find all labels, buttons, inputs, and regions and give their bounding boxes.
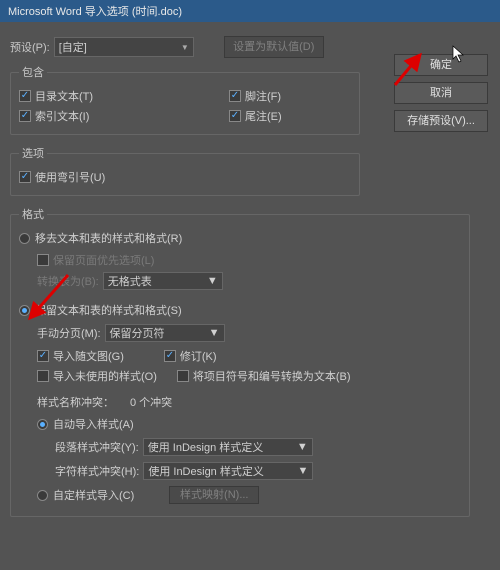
footnotes-checkbox[interactable]: 脚注(F) [229,88,282,104]
para-conflict-dropdown[interactable]: 使用 InDesign 样式定义▼ [143,438,313,456]
radio-icon [19,305,30,316]
formatting-group: 格式 移去文本和表的样式和格式(R) 保留页面优先选项(L) 转换表为(B): … [10,206,470,517]
char-conflict-dropdown[interactable]: 使用 InDesign 样式定义▼ [143,462,313,480]
typographers-quotes-checkbox[interactable]: 使用弯引号(U) [19,169,351,185]
preset-label: 预设(P): [10,39,50,55]
remove-styles-radio[interactable]: 移去文本和表的样式和格式(R) [19,230,461,246]
manual-breaks-label: 手动分页(M): [37,325,101,341]
chevron-down-icon: ▼ [209,327,220,339]
check-icon [37,254,49,266]
chevron-down-icon: ▼ [207,275,218,287]
chevron-down-icon: ▼ [297,441,308,453]
options-legend: 选项 [19,145,47,161]
preserve-styles-radio[interactable]: 保留文本和表的样式和格式(S) [19,302,461,318]
window-title: Microsoft Word 导入选项 (时间.doc) [8,6,182,18]
manual-breaks-dropdown[interactable]: 保留分页符▼ [105,324,225,342]
options-group: 选项 使用弯引号(U) [10,145,360,196]
para-conflict-label: 段落样式冲突(Y): [55,439,139,455]
import-unused-checkbox[interactable]: 导入未使用的样式(O) [37,368,157,384]
radio-icon [37,419,48,430]
endnotes-checkbox[interactable]: 尾注(E) [229,108,282,124]
convert-tables-label: 转换表为(B): [37,273,99,289]
check-icon [177,370,189,382]
check-icon [164,350,176,362]
check-icon [37,350,49,362]
include-group: 包含 目录文本(T) 索引文本(I) 脚注(F) 尾注(E) [10,64,360,135]
preset-dropdown[interactable]: [自定] ▼ [54,37,194,57]
include-legend: 包含 [19,64,47,80]
conflicts-count: 0 个冲突 [130,394,172,410]
check-icon [229,110,241,122]
radio-icon [19,233,30,244]
check-icon [229,90,241,102]
save-preset-button[interactable]: 存储预设(V)... [394,110,488,132]
formatting-legend: 格式 [19,206,47,222]
char-conflict-label: 字符样式冲突(H): [55,463,139,479]
preserve-page-overrides-checkbox: 保留页面优先选项(L) [37,252,461,268]
style-mapping-button: 样式映射(N)... [169,486,259,504]
check-icon [37,370,49,382]
conflicts-label: 样式名称冲突： [37,394,114,410]
check-icon [19,171,31,183]
titlebar: Microsoft Word 导入选项 (时间.doc) [0,0,500,22]
index-text-checkbox[interactable]: 索引文本(I) [19,108,159,124]
ok-button[interactable]: 确定 [394,54,488,76]
preset-value: [自定] [59,39,87,55]
check-icon [19,110,31,122]
convert-bullets-checkbox[interactable]: 将项目符号和编号转换为文本(B) [177,368,351,384]
check-icon [19,90,31,102]
convert-tables-dropdown: 无格式表▼ [103,272,223,290]
track-changes-checkbox[interactable]: 修订(K) [164,348,217,364]
toc-text-checkbox[interactable]: 目录文本(T) [19,88,159,104]
custom-import-radio[interactable]: 自定样式导入(C) 样式映射(N)... [37,486,461,504]
set-default-button: 设置为默认值(D) [224,36,324,58]
cancel-button[interactable]: 取消 [394,82,488,104]
radio-icon [37,490,48,501]
chevron-down-icon: ▼ [181,43,189,52]
chevron-down-icon: ▼ [297,465,308,477]
import-inline-checkbox[interactable]: 导入随文图(G) [37,348,124,364]
auto-import-radio[interactable]: 自动导入样式(A) [37,416,461,432]
